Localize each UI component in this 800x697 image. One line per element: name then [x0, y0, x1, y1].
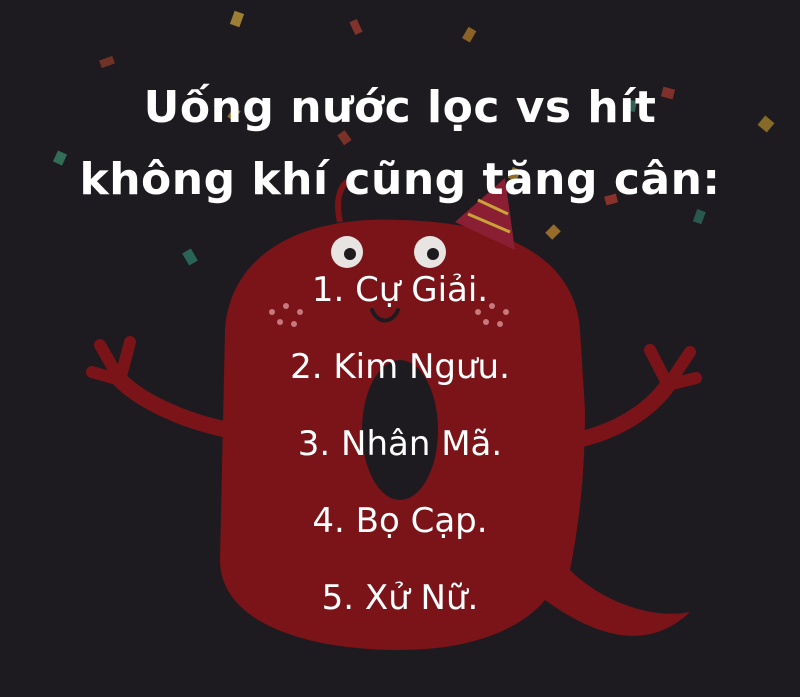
list-item: 3. Nhân Mã. [297, 424, 503, 464]
page-title: Uống nước lọc vs hít không khí cũng tăng… [0, 72, 800, 216]
title-line-1: Uống nước lọc vs hít [143, 82, 657, 133]
title-line-2: không khí cũng tăng cân: [79, 154, 721, 205]
zodiac-list: 1. Cự Giải. 2. Kim Ngưu. 3. Nhân Mã. 4. … [0, 252, 800, 637]
list-item: 4. Bọ Cạp. [312, 501, 488, 541]
list-item: 1. Cự Giải. [311, 270, 489, 310]
list-item: 2. Kim Ngưu. [290, 347, 510, 387]
list-item: 5. Xử Nữ. [321, 578, 479, 618]
